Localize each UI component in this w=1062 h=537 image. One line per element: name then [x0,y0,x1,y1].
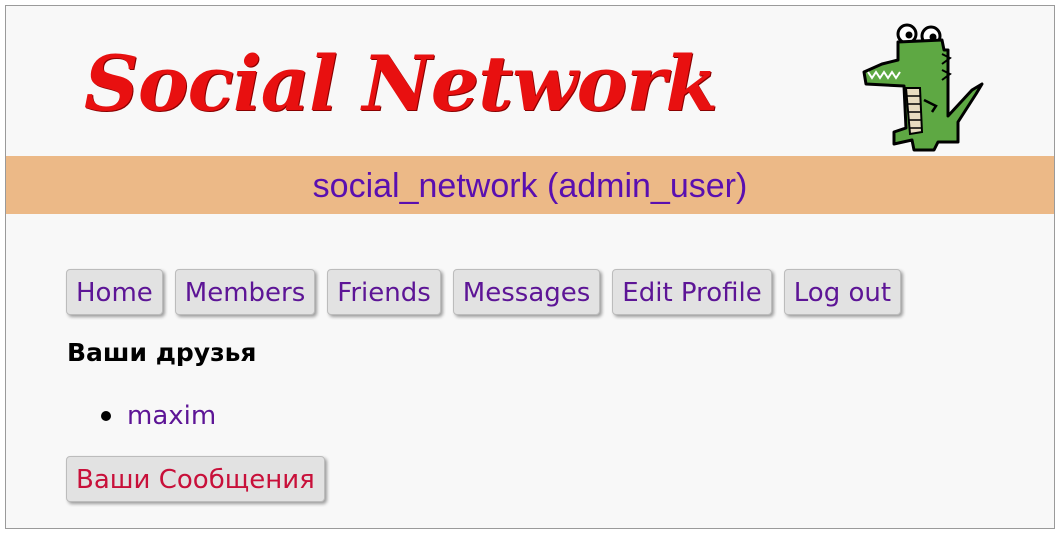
nav-log-out-button[interactable]: Log out [783,269,902,315]
crocodile-mascot-icon [862,23,984,152]
main-nav: Home Members Friends Messages Edit Profi… [66,269,902,315]
list-item: maxim [101,401,216,431]
title-bar: social_network (admin_user) [6,156,1054,214]
nav-members-button[interactable]: Members [174,269,316,315]
page-frame: Social Network social_network (admin_use… [5,5,1055,529]
site-logo-text: Social Network [84,39,718,128]
nav-home-button[interactable]: Home [66,269,163,315]
bullet-icon [101,411,111,421]
friend-link[interactable]: maxim [127,401,216,431]
nav-messages-button[interactable]: Messages [452,269,601,315]
nav-friends-button[interactable]: Friends [327,269,441,315]
friends-heading: Ваши друзья [67,338,257,367]
friends-list: maxim [101,401,216,431]
your-messages-button[interactable]: Ваши Сообщения [66,456,325,502]
page-title: social_network (admin_user) [312,167,748,205]
nav-edit-profile-button[interactable]: Edit Profile [612,269,772,315]
